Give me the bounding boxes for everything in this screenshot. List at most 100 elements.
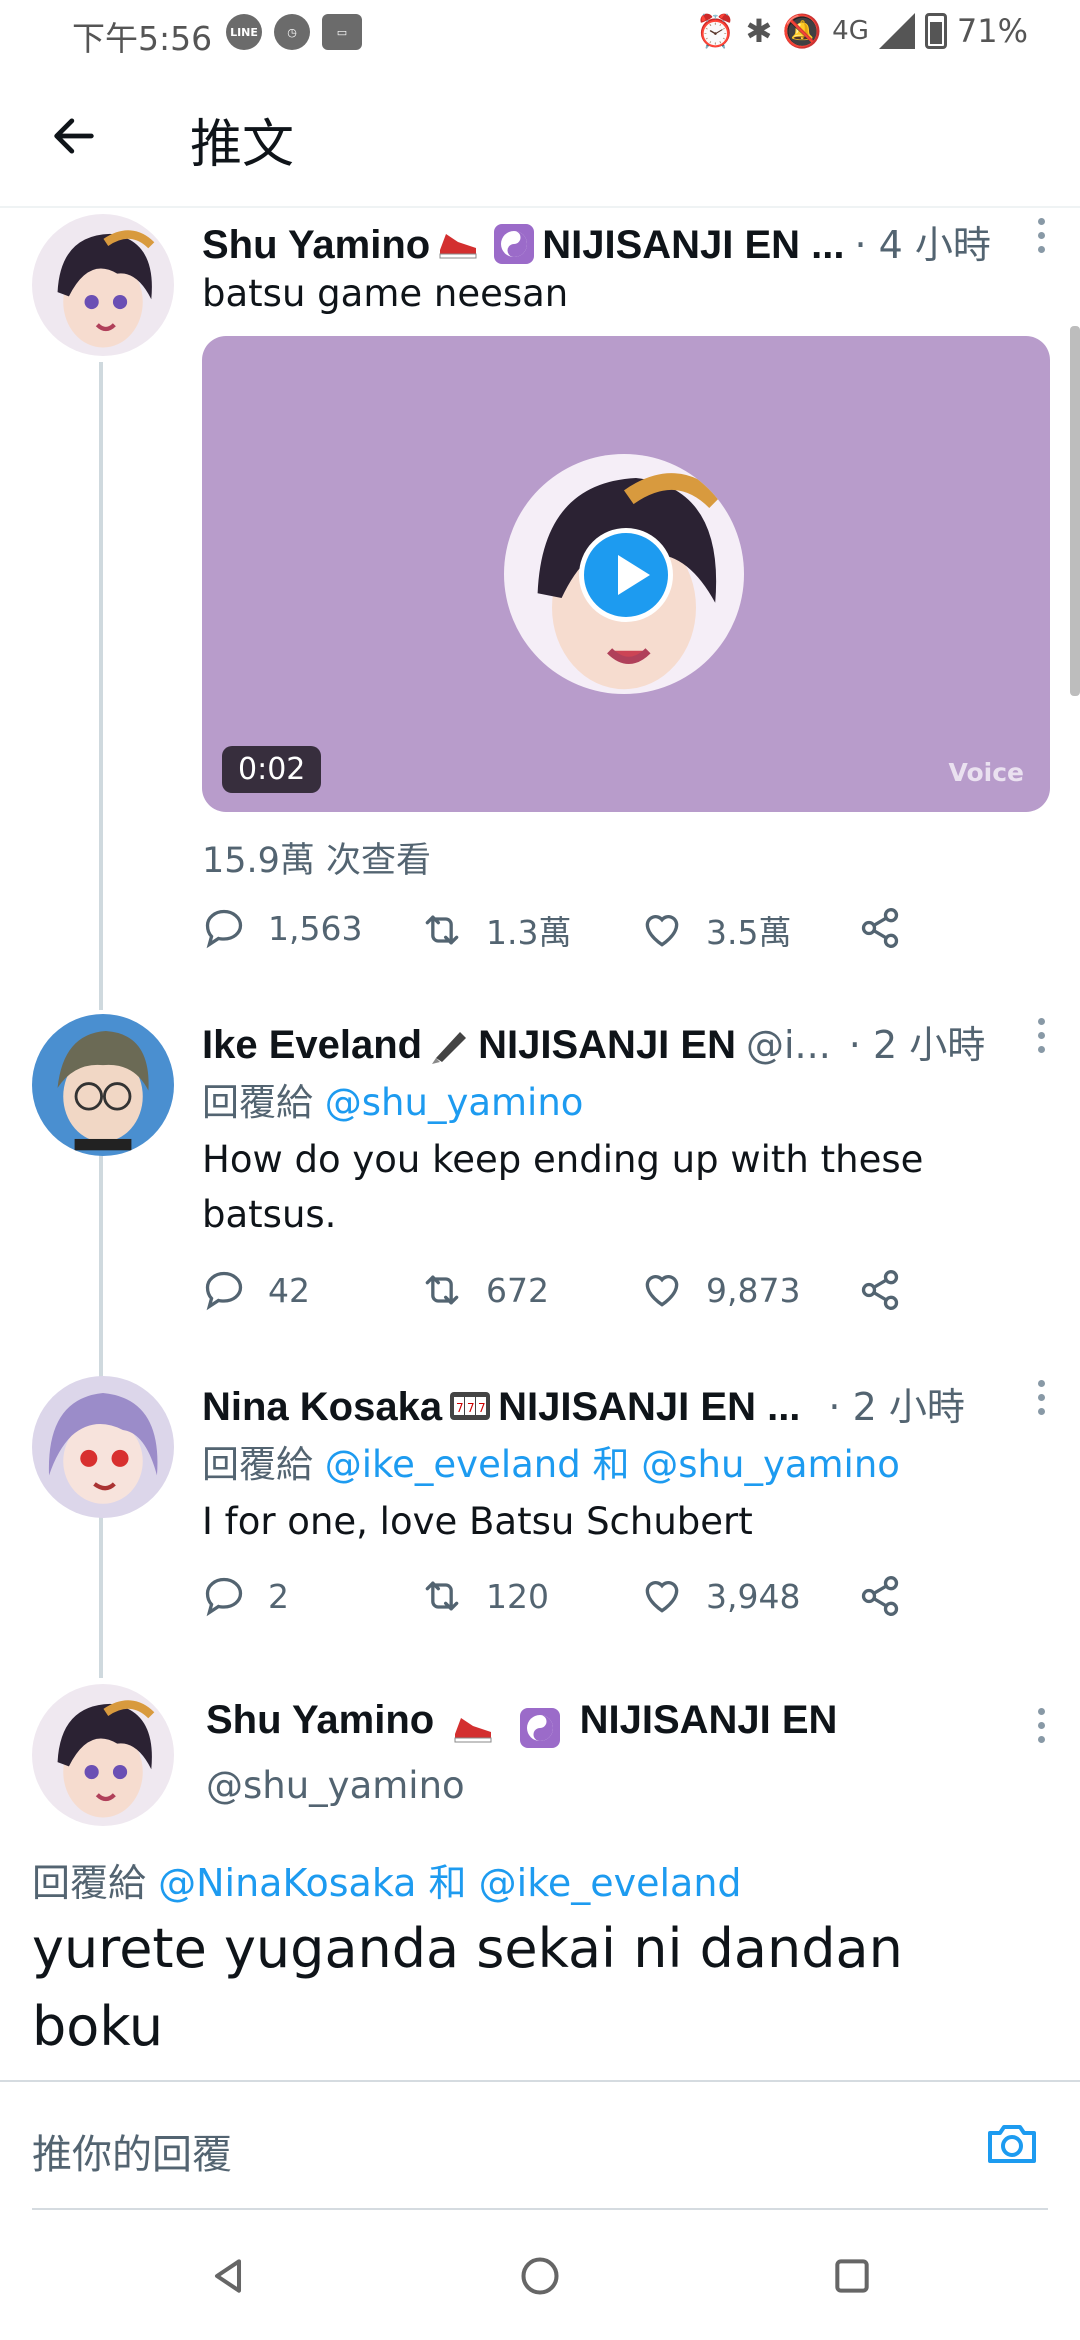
like-count: 9,873 — [706, 1270, 801, 1310]
retweet-count: 672 — [486, 1270, 549, 1310]
tweet-header: Ike Eveland NIJISANJI EN @i... · 2 小時 — [202, 1014, 985, 1069]
reply-count: 2 — [268, 1576, 289, 1616]
more-options-icon[interactable] — [1036, 1708, 1046, 1748]
yin-yang-emoji-icon — [494, 224, 535, 264]
retweet-button[interactable]: 672 — [420, 1268, 549, 1312]
more-options-icon[interactable] — [1036, 1380, 1046, 1420]
avatar-ike-eveland[interactable] — [32, 1014, 174, 1156]
retweet-icon — [425, 1275, 459, 1305]
heart-icon — [645, 1275, 679, 1307]
reply-button[interactable]: 1,563 — [202, 906, 362, 950]
tweet-text: batsu game neesan — [202, 272, 569, 315]
share-icon — [861, 1576, 899, 1616]
mention-conjunction: 和 — [592, 1443, 630, 1486]
mention-link[interactable]: @ike_eveland — [479, 1861, 742, 1905]
author-name[interactable]: Shu Yamino — [202, 223, 430, 268]
heart-icon — [645, 915, 679, 947]
tweet-time: · 2 小時 — [848, 1023, 986, 1067]
mention-link[interactable]: @ike_eveland — [325, 1443, 581, 1486]
alarm-icon: ⏰ — [695, 12, 736, 50]
nav-home-icon[interactable] — [518, 2254, 562, 2298]
retweet-count: 120 — [486, 1576, 549, 1616]
tweet-actions: 2 120 3,948 — [202, 1574, 922, 1624]
battery-icon — [924, 13, 947, 49]
author-name[interactable]: Nina Kosaka — [202, 1385, 442, 1430]
share-icon — [861, 1270, 899, 1310]
reply-prefix: 回覆給 — [202, 1081, 313, 1124]
svg-text:7: 7 — [456, 1401, 464, 1415]
reply-icon — [205, 1577, 243, 1617]
like-button[interactable]: 3.5萬 — [640, 906, 791, 954]
like-button[interactable]: 9,873 — [640, 1268, 800, 1312]
mention-link[interactable]: @shu_yamino — [641, 1443, 900, 1486]
avatar-shu-yamino[interactable] — [32, 1684, 174, 1826]
author-handle: @i... — [745, 1023, 831, 1067]
like-count: 3.5萬 — [706, 913, 792, 952]
line-icon: LINE — [226, 14, 262, 50]
nav-back-icon[interactable] — [206, 2254, 250, 2298]
reply-to-line: 回覆給 @NinaKosaka 和 @ike_eveland — [32, 1852, 742, 1907]
retweet-button[interactable]: 120 — [420, 1574, 549, 1618]
slot-machine-emoji-icon: 777 — [450, 1392, 491, 1420]
back-arrow-icon[interactable] — [48, 110, 100, 162]
mention-link[interactable]: @shu_yamino — [325, 1081, 584, 1124]
scrollbar[interactable] — [1070, 326, 1080, 696]
tweet-header: Nina Kosaka 777 NIJISANJI EN ... · 2 小時 — [202, 1376, 965, 1431]
author-org: NIJISANJI EN ... — [498, 1385, 801, 1429]
view-count: 15.9萬 次查看 — [202, 841, 432, 881]
retweet-icon — [425, 1581, 459, 1611]
avatar-nina-kosaka[interactable] — [32, 1376, 174, 1518]
sneaker-emoji-icon — [454, 1718, 492, 1743]
author-name[interactable]: Shu Yamino — [206, 1698, 434, 1742]
tweet-text-line: How do you keep ending up with these — [202, 1138, 924, 1181]
mention-link[interactable]: @NinaKosaka — [158, 1861, 416, 1905]
reply-icon — [205, 909, 243, 949]
like-count: 3,948 — [706, 1576, 801, 1616]
camera-icon[interactable] — [984, 2118, 1040, 2168]
share-button[interactable] — [858, 906, 924, 950]
share-button[interactable] — [858, 1268, 924, 1312]
4g-icon: 4G — [832, 16, 869, 46]
heart-icon — [645, 1581, 679, 1613]
tweet-actions: 1,563 1.3萬 3.5萬 — [202, 906, 922, 956]
tweet-actions: 42 672 9,873 — [202, 1268, 922, 1318]
reply-to-line: 回覆給 @ike_eveland 和 @shu_yamino — [202, 1434, 900, 1488]
more-options-icon[interactable] — [1036, 1018, 1046, 1058]
clock-app-icon: ◷ — [274, 14, 310, 50]
retweet-count: 1.3萬 — [486, 913, 572, 952]
tweet-text: I for one, love Batsu Schubert — [202, 1500, 753, 1543]
reply-prefix: 回覆給 — [32, 1861, 147, 1905]
reply-compose-bar[interactable]: 推你的回覆 — [0, 2080, 1080, 2210]
like-button[interactable]: 3,948 — [640, 1574, 800, 1618]
reply-input[interactable]: 推你的回覆 — [32, 2122, 232, 2180]
reply-button[interactable]: 42 — [202, 1268, 310, 1312]
avatar-shu-yamino[interactable] — [32, 214, 174, 356]
pen-emoji-icon — [432, 1032, 467, 1064]
vr-icon: ▭ — [322, 14, 362, 50]
more-options-icon[interactable] — [1036, 218, 1046, 258]
system-nav-bar — [0, 2210, 1080, 2340]
nav-recents-icon[interactable] — [830, 2254, 874, 2298]
media-duration: 0:02 — [222, 746, 322, 793]
reply-count: 1,563 — [268, 908, 363, 948]
system-icons: ⏰ ✱ 🔕 4G 71% — [696, 12, 1028, 50]
play-icon[interactable] — [579, 528, 673, 622]
top-app-bar: 推文 — [0, 66, 1080, 208]
reply-button[interactable]: 2 — [202, 1574, 289, 1618]
share-button[interactable] — [858, 1574, 924, 1618]
tweet-text-line: yurete yuganda sekai ni dandan boku — [32, 1917, 903, 2058]
sneaker-emoji-icon — [439, 234, 477, 259]
svg-text:7: 7 — [478, 1401, 486, 1415]
tweet-time: · 2 小時 — [828, 1385, 965, 1429]
author-handle[interactable]: @shu_yamino — [206, 1764, 465, 1807]
author-name[interactable]: Ike Eveland — [202, 1023, 422, 1068]
voice-label: Voice — [948, 758, 1024, 787]
tweet-time: · 4 小時 — [854, 223, 991, 267]
voice-media-card[interactable]: 0:02 Voice — [202, 336, 1050, 812]
retweet-button[interactable]: 1.3萬 — [420, 906, 571, 954]
notification-icons: LINE ◷ ▭ — [226, 14, 362, 50]
author-org: NIJISANJI EN ... — [542, 223, 845, 267]
page-title: 推文 — [190, 115, 295, 175]
signal-icon — [878, 13, 915, 49]
tweet-text: How do you keep ending up with these bat… — [202, 1132, 923, 1242]
